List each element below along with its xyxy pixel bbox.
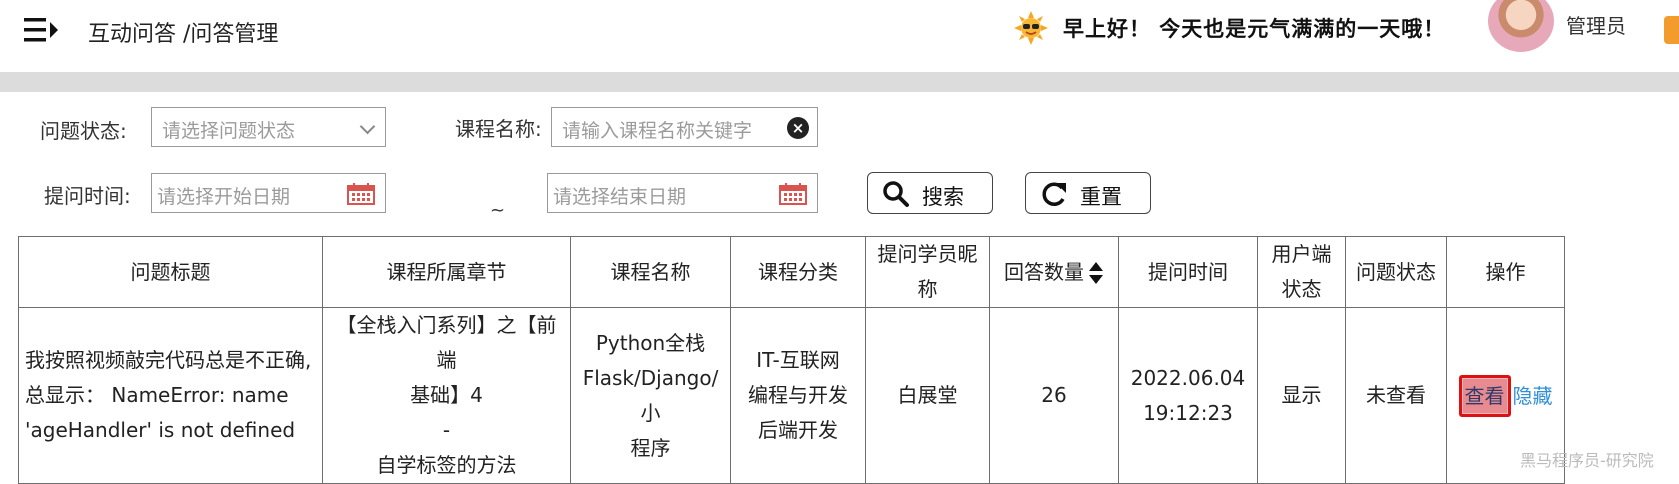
category-line: 编程与开发 [748,383,848,407]
table-header-row: 问题标题 课程所属章节 课程名称 课程分类 提问学员昵称 回答数量 提问时间 用… [18,236,1565,308]
user-avatar[interactable] [1488,0,1554,52]
end-date-input[interactable]: 请选择结束日期 [547,173,818,213]
header-user-status-line1: 用户端 [1271,242,1332,266]
chevron-down-icon [359,118,376,135]
time-clock: 19:12:23 [1143,400,1233,425]
category-line: 后端开发 [758,418,838,442]
top-header: 互动问答 /问答管理 早上好！ 今天也是元气满满的一天哦！ 管理员 [0,0,1679,66]
status-label: 问题状态: [40,119,127,143]
date-range-separator: ~ [490,200,506,221]
cell-course: Python全栈 Flask/Django/小 程序 [570,307,731,484]
category-line: IT-互联网 [756,348,840,372]
username[interactable]: 管理员 [1566,10,1626,39]
start-date-input[interactable]: 请选择开始日期 [151,173,386,213]
start-date-placeholder: 请选择开始日期 [157,186,291,208]
cell-category: IT-互联网 编程与开发 后端开发 [730,307,866,484]
sort-icon[interactable] [1088,261,1104,285]
breadcrumb: 互动问答 /问答管理 [88,22,279,47]
title-line: 我按照视频敲完代码总是不正确, [25,348,312,372]
sun-sunglasses-icon [1014,11,1048,45]
cell-user-status: 显示 [1257,307,1346,484]
watermark: 黑马程序员-研究院 [1520,451,1654,470]
search-button-label: 搜索 [922,185,964,209]
cell-student: 白展堂 [865,307,990,484]
end-date-placeholder: 请选择结束日期 [553,186,687,208]
time-label: 提问时间: [44,184,131,208]
table-row: 我按照视频敲完代码总是不正确, 总显示： NameError: name 'ag… [18,307,1565,484]
questions-table: 问题标题 课程所属章节 课程名称 课程分类 提问学员昵称 回答数量 提问时间 用… [18,236,1565,484]
header-title: 问题标题 [18,236,323,308]
cell-status: 未查看 [1345,307,1447,484]
notification-icon[interactable] [1664,16,1679,44]
view-button[interactable]: 查看 [1458,374,1511,417]
search-icon [883,181,909,207]
menu-toggle-icon[interactable] [24,17,60,43]
cell-title: 我按照视频敲完代码总是不正确, 总显示： NameError: name 'ag… [18,307,323,484]
clear-icon[interactable]: × [787,117,809,139]
chapter-line: 【全栈入门系列】之【前端 [336,313,557,372]
header-user-status-line2: 状态 [1281,277,1322,301]
title-line: 'ageHandler' is not defined [25,418,296,442]
header-divider [0,72,1679,92]
header-status: 问题状态 [1345,236,1447,308]
course-line: Python全栈 [595,330,706,355]
header-chapter: 课程所属章节 [322,236,571,308]
title-line: 总显示： NameError: name [25,383,289,407]
course-line: Flask/Django/小 [582,365,719,425]
greeting-text: 早上好！ 今天也是元气满满的一天哦！ [1063,17,1446,41]
cell-time: 2022.06.04 19:12:23 [1118,307,1258,484]
header-actions: 操作 [1446,236,1565,308]
header-time: 提问时间 [1118,236,1258,308]
reset-button-label: 重置 [1080,185,1122,209]
header-student: 提问学员昵称 [865,236,990,308]
header-user-status: 用户端 状态 [1257,236,1346,308]
header-course: 课程名称 [570,236,731,308]
hide-link[interactable]: 隐藏 [1513,384,1553,408]
status-select[interactable]: 请选择问题状态 [151,107,386,147]
course-search-input[interactable]: 请输入课程名称关键字 × [551,107,818,147]
chapter-line: 基础】4 [410,383,483,407]
course-line: 程序 [630,435,671,460]
status-placeholder: 请选择问题状态 [162,120,296,142]
header-category: 课程分类 [730,236,866,308]
calendar-icon[interactable] [779,183,807,205]
refresh-icon [1042,182,1066,206]
course-placeholder: 请输入课程名称关键字 [562,120,753,142]
time-date: 2022.06.04 [1130,365,1246,390]
chapter-line: - [442,418,451,442]
chapter-line: 自学标签的方法 [376,453,517,477]
course-label: 课程名称: [455,117,542,141]
cell-answers: 26 [989,307,1119,484]
reset-button[interactable]: 重置 [1025,172,1151,214]
header-answers[interactable]: 回答数量 [989,236,1119,308]
header-answers-label: 回答数量 [1004,259,1084,284]
calendar-icon[interactable] [347,183,375,205]
search-button[interactable]: 搜索 [867,172,993,214]
cell-chapter: 【全栈入门系列】之【前端 基础】4 - 自学标签的方法 [322,307,571,484]
